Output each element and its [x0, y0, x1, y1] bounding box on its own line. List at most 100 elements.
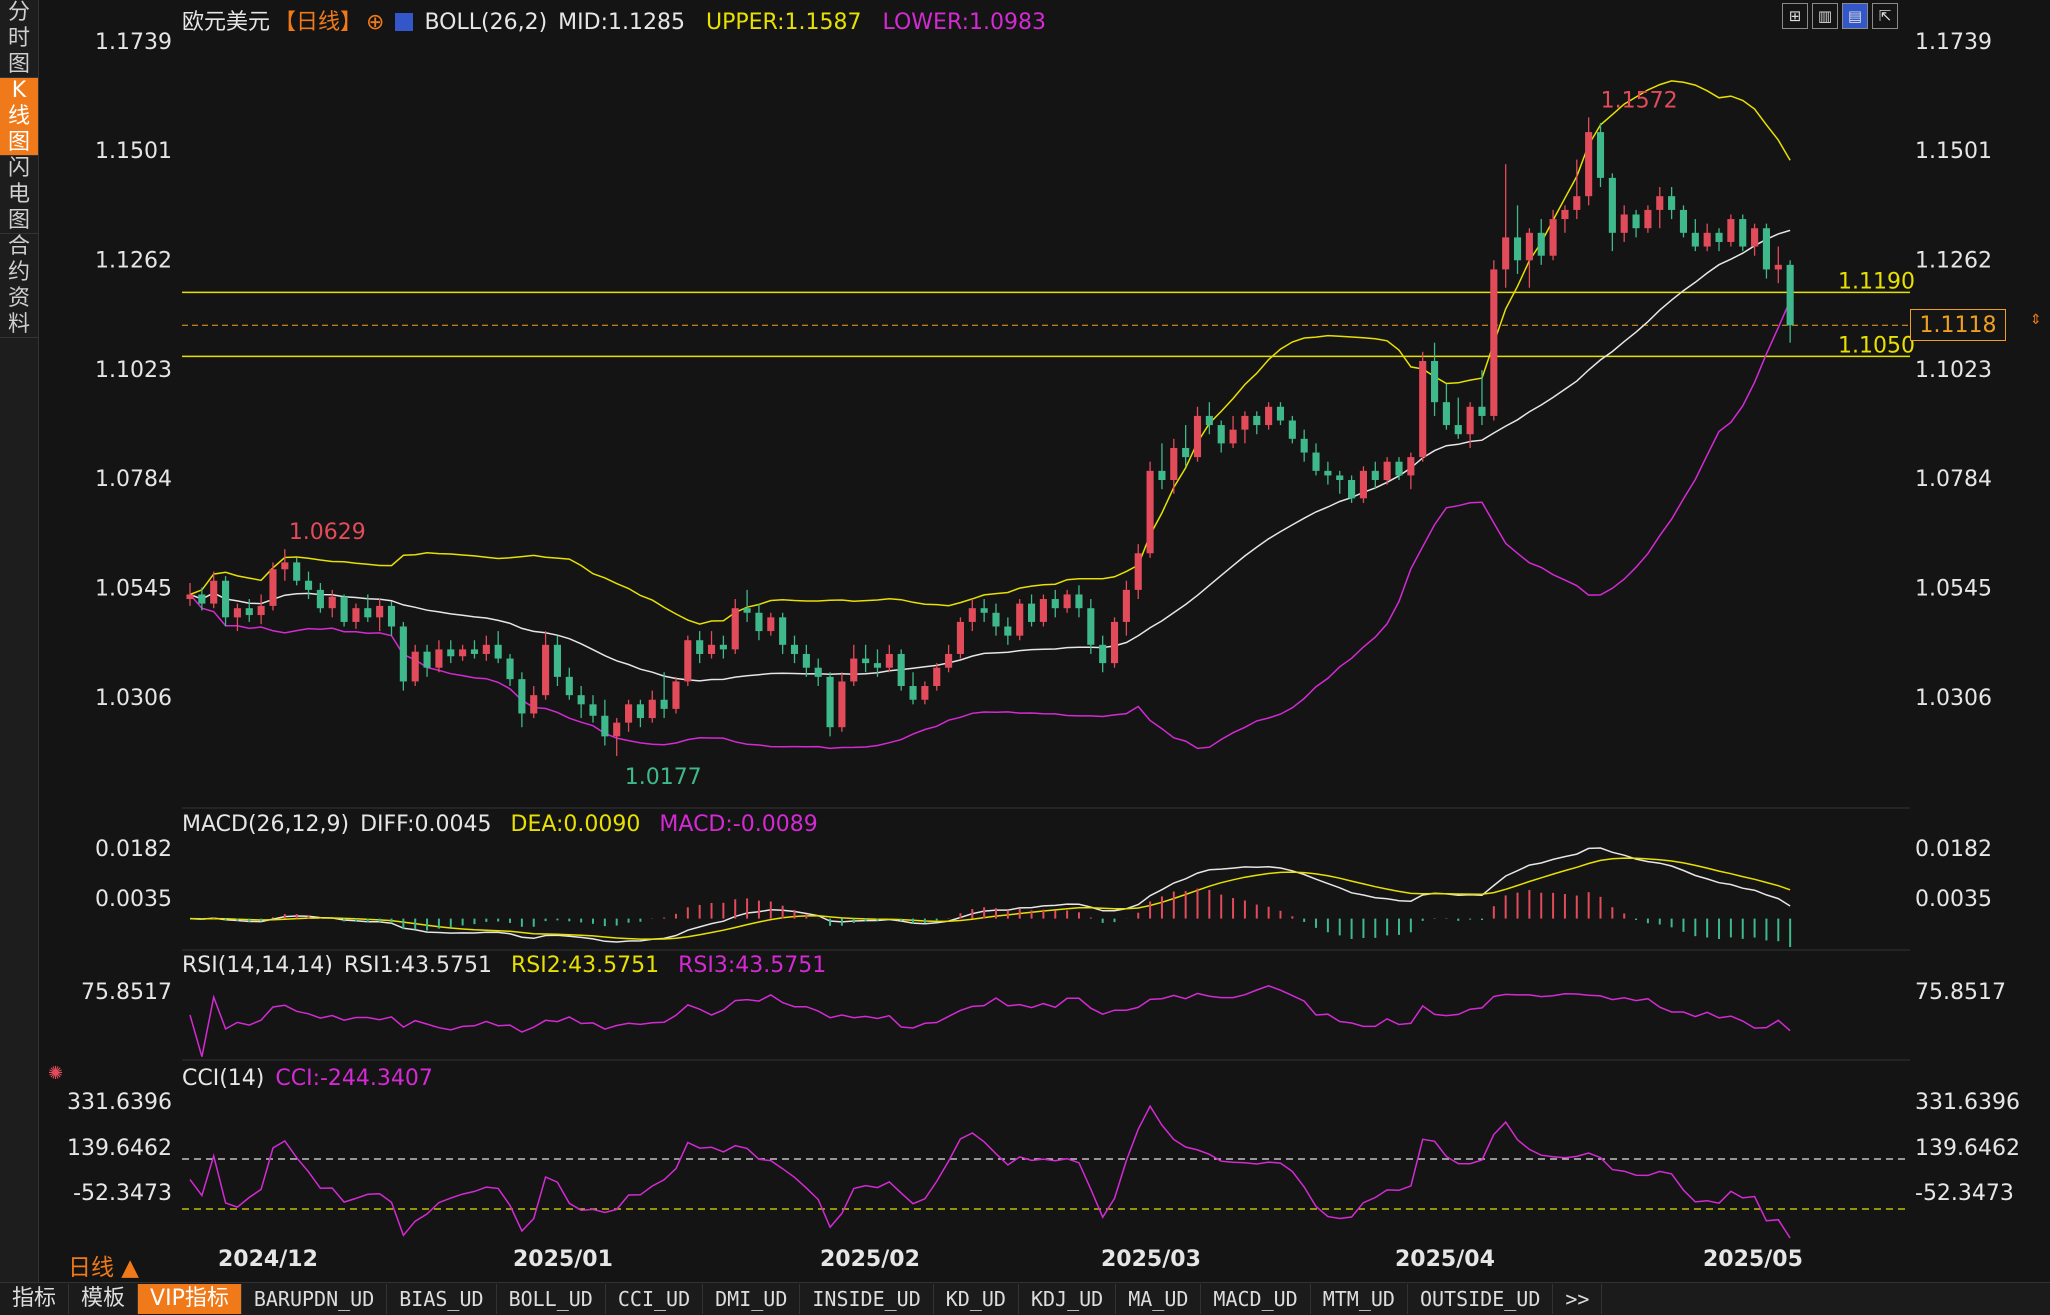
candle-body [613, 722, 621, 737]
candle-body [589, 704, 597, 716]
candle-body [1134, 553, 1142, 590]
price-axis-label-right: 1.0306 [1915, 686, 1992, 711]
candle-body [1336, 475, 1344, 481]
indicator-tab[interactable]: BOLL_UD [497, 1284, 606, 1314]
candle-body [352, 608, 360, 622]
candle-body [530, 695, 538, 714]
candle-body [1288, 420, 1296, 439]
boll-lower-line [189, 300, 1791, 750]
export-icon[interactable]: ⇱ [1872, 3, 1898, 29]
macd-dea: DEA:0.0090 [510, 812, 641, 837]
candle-body [1668, 196, 1676, 210]
indicator-tab[interactable]: KDJ_UD [1019, 1284, 1117, 1314]
candle-body [625, 704, 633, 723]
candle-body [945, 653, 953, 668]
candle-body [1359, 470, 1367, 499]
candle-body [1110, 621, 1119, 664]
indicator-tab[interactable]: >> [1553, 1284, 1603, 1314]
indicator-tab[interactable]: CCI_UD [606, 1284, 704, 1314]
rsi-axis-label-right: 75.8517 [1915, 980, 2006, 1005]
candle-body [1276, 406, 1285, 421]
candle-body [968, 608, 976, 622]
candle-body [293, 562, 301, 581]
cci-label: CCI(14) [182, 1066, 265, 1091]
candle-body [814, 667, 822, 677]
candle-body [1513, 237, 1522, 261]
indicator-tab[interactable]: VIP指标 [138, 1284, 242, 1314]
indicator-tab[interactable]: MA_UD [1116, 1284, 1202, 1314]
candle-body [269, 569, 277, 606]
candle-body [304, 580, 313, 590]
candle-body [1739, 219, 1747, 247]
candle-body [387, 605, 396, 627]
candle-body [411, 651, 419, 682]
candle-body [459, 649, 467, 657]
candle-body [1004, 626, 1012, 636]
indicator-tab[interactable]: INSIDE_UD [800, 1284, 934, 1314]
candle-body [1122, 589, 1130, 622]
date-axis-label: 2025/02 [820, 1247, 920, 1272]
macd-axis-label-right: 0.0182 [1915, 837, 1992, 862]
price-axis-label: 1.1262 [95, 248, 172, 273]
period-selector[interactable]: 日线 ▲ [68, 1248, 139, 1282]
indicator-tab[interactable]: MACD_UD [1201, 1284, 1311, 1314]
candle-body [1087, 608, 1095, 645]
low-annotation: 1.0177 [625, 765, 702, 790]
candle-body [601, 715, 609, 737]
candle-body [233, 608, 241, 618]
price-axis-label: 1.1023 [95, 358, 172, 383]
indicator-tab[interactable]: 模板 [69, 1284, 139, 1314]
settings-icon[interactable]: ✺ [48, 1063, 63, 1084]
price-axis-label: 1.0545 [95, 577, 172, 602]
symbol-name: 欧元美元 [182, 10, 271, 35]
add-icon[interactable]: ⊕ [366, 10, 384, 35]
candle-body [1182, 447, 1190, 458]
candle-body [257, 605, 265, 616]
indicator-tab[interactable]: MTM_UD [1311, 1284, 1408, 1314]
candle-body [1620, 214, 1628, 233]
candle-body [1063, 594, 1071, 609]
candle-body [1158, 470, 1166, 481]
indicator-tab[interactable]: 指标 [0, 1284, 70, 1314]
candle-body [779, 617, 787, 645]
candle-body [743, 608, 751, 613]
cci-axis-label: 139.6462 [67, 1136, 172, 1161]
candle-body [1395, 461, 1403, 476]
candle-body [1300, 438, 1308, 453]
candle-body [577, 695, 585, 705]
candle-body [1679, 209, 1688, 233]
candle-body [1762, 228, 1770, 270]
indicator-tab[interactable]: BARUPDN_UD [242, 1284, 388, 1314]
candle-body [316, 589, 324, 609]
candle-body [423, 651, 431, 668]
cci-line [189, 1104, 1791, 1239]
macd-header: MACD(26,12,9) DIFF:0.0045 DEA:0.0090 MAC… [182, 812, 822, 837]
indicator-tab[interactable]: OUTSIDE_UD [1408, 1284, 1554, 1314]
candle-body [873, 663, 882, 668]
rsi-label: RSI(14,14,14) [182, 953, 333, 978]
boll-upper-line [189, 80, 1791, 625]
rsi3-value: RSI3:43.5751 [678, 953, 827, 978]
candle-body [1419, 360, 1427, 458]
chart-active-icon[interactable]: ▤ [1842, 3, 1868, 29]
cci-axis-label: 331.6396 [67, 1090, 172, 1115]
cci-value: CCI:-244.3407 [275, 1066, 433, 1091]
grid-icon[interactable]: ⊞ [1782, 3, 1808, 29]
indicator-tab[interactable]: DMI_UD [703, 1284, 801, 1314]
candle-body [1193, 415, 1202, 458]
candle-body [648, 699, 656, 719]
chart-icon[interactable]: ▥ [1812, 3, 1838, 29]
candle-body [340, 596, 348, 622]
indicator-tab[interactable]: KD_UD [934, 1284, 1019, 1314]
rsi-line [189, 985, 1791, 1057]
candle-body [790, 644, 799, 654]
candle-body [494, 644, 502, 659]
candle-body [553, 644, 561, 677]
boll-lower: LOWER:1.0983 [882, 10, 1046, 35]
indicator-tab[interactable]: BIAS_UD [387, 1284, 497, 1314]
candle-body [755, 612, 763, 632]
macd-diff: DIFF:0.0045 [360, 812, 492, 837]
candle-body [1703, 232, 1711, 247]
candle-body [1371, 470, 1379, 481]
candle-body [731, 608, 739, 650]
